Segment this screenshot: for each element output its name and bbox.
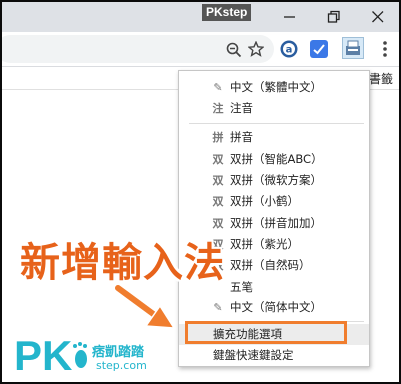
menu-item-shuangpin-abc[interactable]: 双 双拼（智能ABC） <box>179 149 369 170</box>
menu-item-label: 双拼（小鹤） <box>230 194 299 208</box>
shuangpin-icon: 双 <box>212 195 224 208</box>
close-button[interactable] <box>356 2 399 32</box>
zoom-icon[interactable] <box>226 42 242 58</box>
title-bar: PKstep <box>2 2 399 32</box>
restore-icon <box>327 10 340 23</box>
menu-item-label: 双拼（自然码） <box>230 258 311 272</box>
bookmark-folder-label[interactable]: 書籤 <box>369 70 393 87</box>
highlight-box <box>185 321 347 344</box>
logo-brand: PK <box>14 332 73 379</box>
arrow-icon <box>113 283 176 329</box>
menu-dots-icon[interactable] <box>382 40 388 58</box>
site-logo: PK 痞凱踏踏 step.com <box>14 333 154 379</box>
restore-button[interactable] <box>312 2 356 32</box>
annotation-text: 新增輸入法 <box>20 240 225 286</box>
menu-separator <box>189 123 364 124</box>
minimize-icon <box>284 16 295 18</box>
menu-item-label: 鍵盤快速鍵設定 <box>213 348 294 362</box>
menu-item-traditional-chinese[interactable]: ✎ 中文（繁體中文） <box>179 77 369 98</box>
ime-extension-icon[interactable] <box>342 37 364 59</box>
star-icon[interactable] <box>248 41 264 57</box>
logo-chinese-text: 痞凱踏踏 <box>92 345 145 360</box>
menu-item-label: 五笔 <box>230 280 253 294</box>
menu-item-shuangpin-microsoft[interactable]: 双 双拼（微软方案） <box>179 170 369 191</box>
menu-item-shuangpin-xiaohe[interactable]: 双 双拼（小鹤） <box>179 191 369 212</box>
close-icon <box>372 11 384 23</box>
menu-item-label: 注音 <box>230 101 253 115</box>
shuangpin-icon: 双 <box>212 153 224 166</box>
menu-item-label: 双拼（紫光） <box>230 237 299 251</box>
extension-check-icon[interactable] <box>310 40 328 58</box>
footprint-icon <box>73 342 87 368</box>
extension-a-icon[interactable]: a <box>280 40 298 58</box>
menu-item-label: 拼音 <box>230 130 253 144</box>
menu-item-label: 中文（繁體中文） <box>230 80 322 94</box>
logo-url-text: step.com <box>96 359 147 372</box>
pencil-icon: ✎ <box>213 301 223 314</box>
menu-item-simplified-chinese[interactable]: ✎ 中文（简体中文） <box>179 297 369 318</box>
minimize-button[interactable] <box>268 2 312 32</box>
browser-toolbar: a <box>2 32 399 67</box>
zhuyin-icon: 注 <box>212 102 224 115</box>
shuangpin-icon: 双 <box>212 174 224 187</box>
watermark-label: PKstep <box>202 4 252 21</box>
menu-item-keyboard-shortcuts[interactable]: 鍵盤快速鍵設定 <box>179 345 369 366</box>
menu-item-zhuyin[interactable]: 注 注音 <box>179 98 369 119</box>
menu-item-label: 双拼（微软方案） <box>230 173 322 187</box>
pinyin-icon: 拼 <box>212 131 224 144</box>
menu-item-label: 双拼（智能ABC） <box>230 152 323 166</box>
browser-window: PKstep a 書籤 ✎ 中文（繁體中文） 注 注音 拼 拼音 双 双拼（智能… <box>0 0 401 384</box>
menu-item-label: 双拼（拼音加加） <box>230 216 322 230</box>
menu-item-pinyin[interactable]: 拼 拼音 <box>179 127 369 148</box>
menu-item-label: 中文（简体中文） <box>230 300 322 314</box>
svg-text:a: a <box>286 45 293 56</box>
pencil-icon: ✎ <box>213 81 223 94</box>
